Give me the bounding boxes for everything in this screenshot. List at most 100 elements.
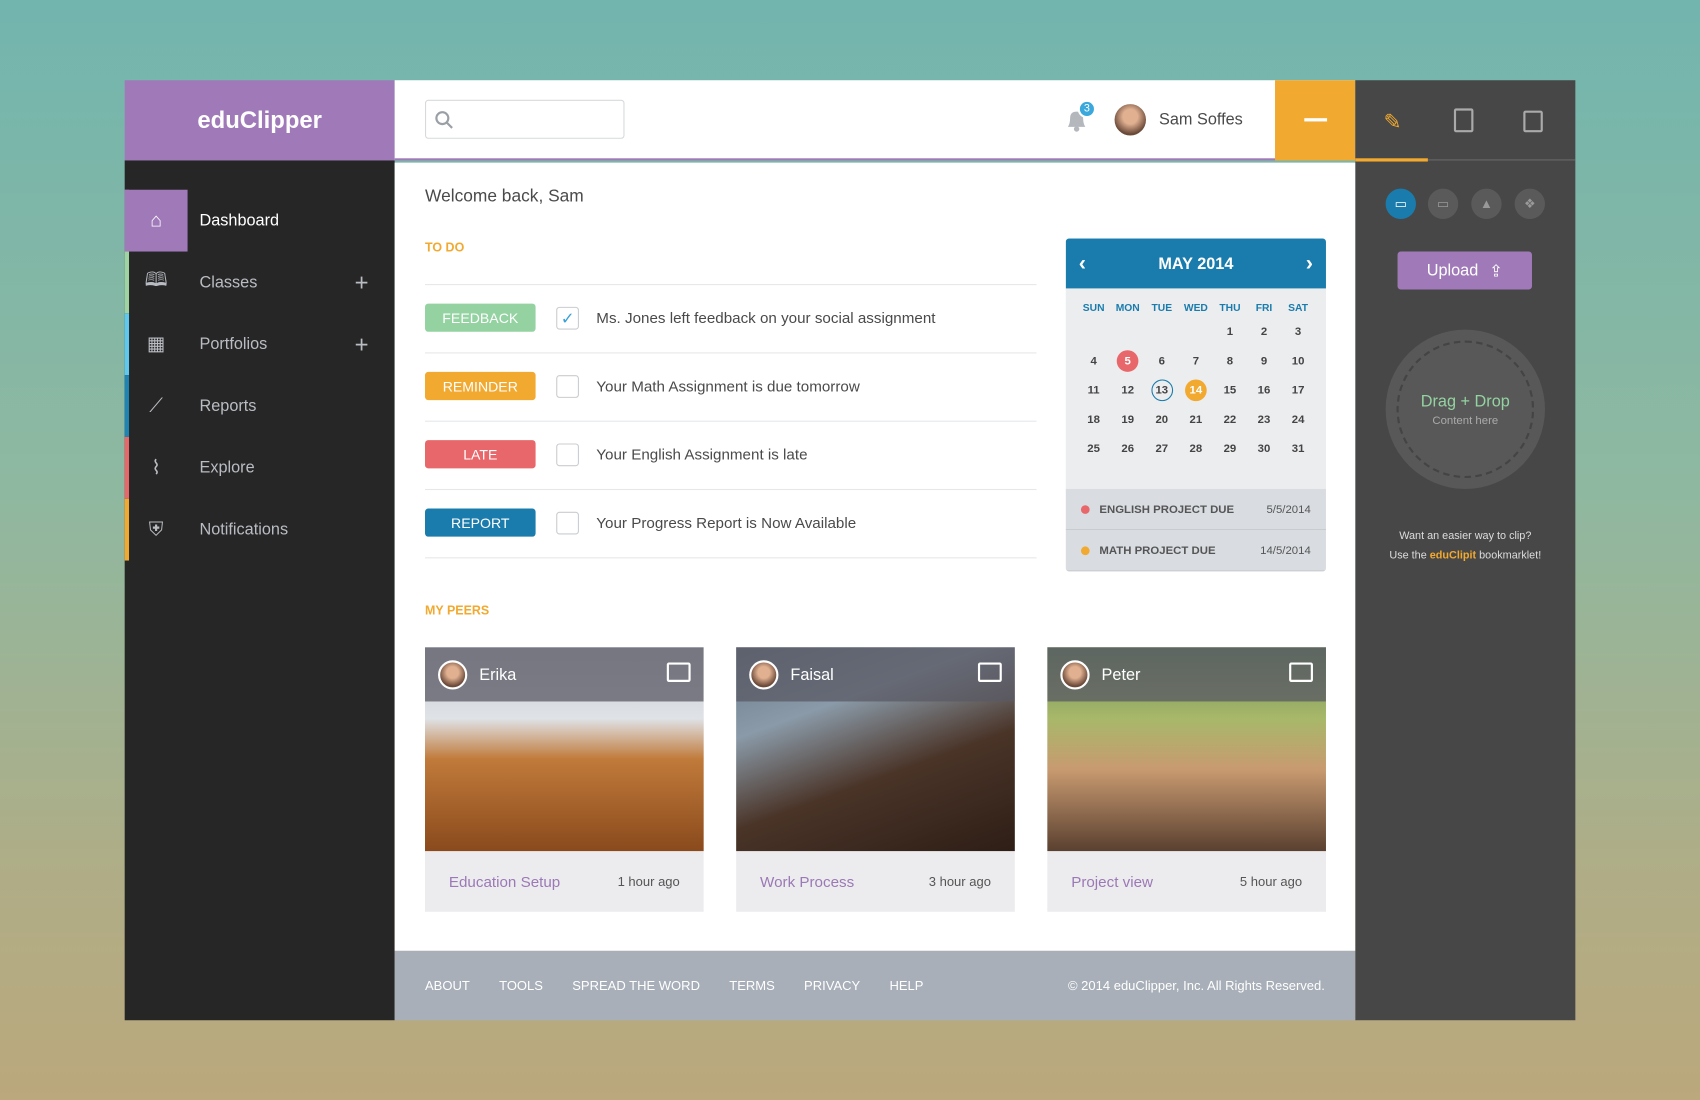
calendar-day[interactable]: 18: [1077, 404, 1111, 433]
book-icon: 🕮: [144, 268, 168, 291]
footer-link-spread-the-word[interactable]: SPREAD THE WORD: [572, 978, 700, 993]
upload-label: Upload: [1426, 261, 1479, 280]
sidebar-item-label: Dashboard: [199, 211, 280, 230]
sidebar-item-label: Explore: [199, 458, 255, 478]
source-desktop[interactable]: ▭: [1385, 188, 1416, 220]
todo-tag: REPORT: [425, 508, 536, 537]
paperclip-plus-icon: ✎: [1383, 110, 1402, 135]
calendar-month: MAY 2014: [1158, 254, 1234, 273]
calendar-day[interactable]: 16: [1247, 375, 1281, 404]
source-browser[interactable]: ▭: [1427, 188, 1459, 220]
calendar-day[interactable]: 6: [1145, 346, 1179, 375]
peer-clip-time: 3 hour ago: [928, 873, 991, 890]
todo-checkbox[interactable]: [556, 443, 579, 467]
calendar-day[interactable]: 30: [1247, 434, 1281, 463]
calendar-day[interactable]: 4: [1077, 346, 1111, 375]
calendar-day[interactable]: 12: [1111, 375, 1145, 404]
calendar-day[interactable]: 17: [1281, 375, 1315, 404]
calendar: ‹ MAY 2014 › SUN MON TUE WED THU FRI SAT 1 2 3 4 5 6 7 8…: [1065, 238, 1326, 572]
source-dropbox[interactable]: ❖: [1514, 188, 1545, 220]
prev-month-button[interactable]: ‹: [1079, 251, 1086, 276]
peer-clip-title[interactable]: Project view: [1071, 873, 1153, 890]
calendar-day[interactable]: 5: [1111, 346, 1145, 375]
search-input[interactable]: [425, 99, 625, 139]
footer-link-privacy[interactable]: PRIVACY: [804, 978, 860, 993]
todo-checkbox[interactable]: ✓: [556, 306, 579, 330]
upload-button[interactable]: Upload ⇪: [1397, 251, 1532, 290]
calendar-day[interactable]: 10: [1281, 346, 1315, 375]
footer-link-help[interactable]: HELP: [889, 978, 923, 993]
todo-checkbox[interactable]: [556, 511, 579, 535]
calendar-day[interactable]: 14: [1179, 375, 1213, 404]
day-of-week: SAT: [1288, 302, 1309, 315]
new-board-button[interactable]: [1523, 110, 1543, 133]
calendar-day[interactable]: 7: [1179, 346, 1213, 375]
copyright: © 2014 eduClipper, Inc. All Rights Reser…: [1067, 977, 1325, 994]
calendar-day[interactable]: 2: [1247, 317, 1281, 346]
calendar-day[interactable]: 1: [1213, 317, 1247, 346]
footer-link-tools[interactable]: TOOLS: [499, 978, 543, 993]
sidebar-item-dashboard[interactable]: ⌂ Dashboard: [124, 189, 395, 252]
calendar-day[interactable]: 25: [1077, 434, 1111, 463]
calendar-day[interactable]: 23: [1247, 404, 1281, 433]
calendar-day[interactable]: 27: [1145, 434, 1179, 463]
calendar-day[interactable]: 15: [1213, 375, 1247, 404]
peer-card[interactable]: Faisal Work Process 3 hour ago: [736, 647, 1015, 912]
sidebar-item-classes[interactable]: 🕮 Classes +: [124, 251, 395, 314]
footer-link-about[interactable]: ABOUT: [425, 978, 470, 993]
shield-icon: ⛨: [148, 518, 164, 540]
notifications-bell[interactable]: 3: [1065, 99, 1097, 137]
peer-card[interactable]: Peter Project view 5 hour ago: [1047, 647, 1326, 912]
add-classes-button[interactable]: +: [355, 268, 369, 296]
calendar-event[interactable]: MATH PROJECT DUE 14/5/2014: [1065, 530, 1326, 572]
clipboard-button[interactable]: [1453, 108, 1474, 133]
add-portfolios-button[interactable]: +: [355, 330, 369, 358]
calendar-day[interactable]: 24: [1281, 404, 1315, 433]
hint-text: Use the: [1389, 549, 1430, 562]
paperclip-icon: ⌇: [151, 456, 161, 479]
sidebar-item-reports[interactable]: ⟋ Reports: [124, 375, 395, 437]
collapse-button[interactable]: [1275, 80, 1356, 161]
calendar-day[interactable]: 21: [1179, 404, 1213, 433]
peer-clip-title[interactable]: Education Setup: [449, 873, 560, 890]
sidebar-color-stripe: [124, 189, 130, 252]
peer-card[interactable]: Erika Education Setup 1 hour ago: [425, 647, 704, 912]
monitor-icon: ▭: [1394, 196, 1407, 212]
todo-heading: TO DO: [425, 241, 465, 255]
todo-checkbox[interactable]: [556, 375, 579, 398]
educlipit-link[interactable]: eduClipit: [1430, 550, 1476, 562]
calendar-day[interactable]: 20: [1145, 404, 1179, 433]
add-clip-button[interactable]: ✎: [1383, 108, 1401, 135]
footer-link-terms[interactable]: TERMS: [729, 978, 775, 993]
drop-zone[interactable]: Drag + Drop Content here: [1385, 329, 1545, 489]
calendar-day[interactable]: 19: [1111, 404, 1145, 433]
calendar-day[interactable]: 26: [1111, 434, 1145, 463]
calendar-day[interactable]: 31: [1281, 434, 1315, 463]
calendar-day[interactable]: 13: [1145, 375, 1179, 404]
empty-day: [1077, 317, 1111, 346]
app-logo[interactable]: eduClipper: [124, 80, 395, 161]
day-of-week: THU: [1219, 302, 1241, 315]
peer-clip-time: 5 hour ago: [1239, 873, 1303, 890]
calendar-day[interactable]: 28: [1179, 434, 1213, 463]
calendar-day[interactable]: 9: [1247, 346, 1281, 375]
calendar-day[interactable]: 8: [1213, 346, 1247, 375]
peer-clip-title[interactable]: Work Process: [760, 873, 854, 890]
google-drive-icon: ▲: [1479, 196, 1493, 212]
calendar-day[interactable]: 11: [1077, 375, 1111, 404]
source-drive[interactable]: ▲: [1471, 188, 1502, 220]
event-label: MATH PROJECT DUE: [1099, 543, 1216, 557]
user-name[interactable]: Sam Soffes: [1159, 111, 1243, 129]
calendar-day[interactable]: 22: [1213, 404, 1247, 433]
calendar-day[interactable]: 29: [1213, 434, 1247, 463]
sidebar-item-portfolios[interactable]: ▦ Portfolios +: [124, 313, 395, 376]
next-month-button[interactable]: ›: [1306, 251, 1313, 276]
peer-avatar: [749, 659, 779, 690]
calendar-day[interactable]: 3: [1281, 317, 1315, 346]
sidebar-item-explore[interactable]: ⌇ Explore: [124, 436, 395, 499]
divider: [425, 557, 1037, 559]
sidebar-item-notifications[interactable]: ⛨ Notifications: [124, 498, 395, 561]
sidebar: ⌂ Dashboard 🕮 Classes + ▦ Portfolios + ⟋…: [124, 160, 395, 1021]
user-avatar[interactable]: [1114, 104, 1146, 136]
calendar-event[interactable]: ENGLISH PROJECT DUE 5/5/2014: [1065, 488, 1326, 531]
